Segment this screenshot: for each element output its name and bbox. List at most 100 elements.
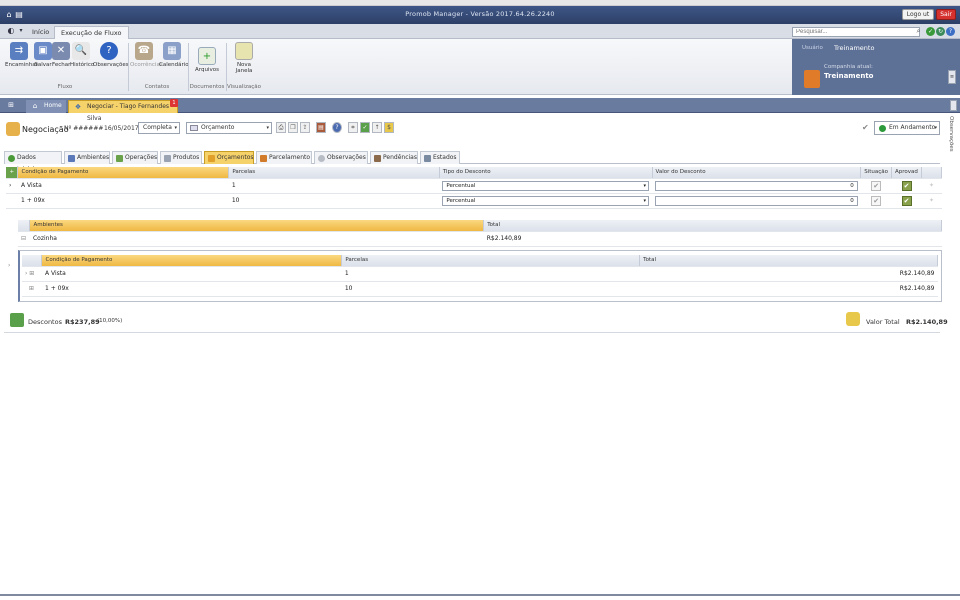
negotiation-type-select[interactable]: Completa ▾	[138, 122, 180, 134]
group-label-visualizacao: Visualização	[227, 84, 261, 90]
table-row[interactable]: › ⊞ A Vista 1 R$2.140,89	[22, 266, 938, 282]
discount-type-select[interactable]: Percentual ▾	[442, 195, 649, 206]
row-expand-icon[interactable]: ⊟	[18, 231, 30, 247]
save-label: Salvar	[34, 62, 52, 68]
status-select[interactable]: Em Andamento ▾	[874, 121, 940, 135]
coins-icon[interactable]: $	[384, 122, 394, 133]
approved-check-icon[interactable]: ✔	[901, 195, 912, 206]
row-action-icon[interactable]: ✦	[921, 178, 942, 194]
col-condition[interactable]: Condição de Pagamento	[17, 167, 230, 179]
negotiation-stage-select[interactable]: Orçamento ▾	[186, 122, 272, 134]
tab-dados-iniciais[interactable]: Dados Iniciais	[4, 151, 62, 173]
new-window-button[interactable]: Nova Janela	[230, 42, 258, 74]
col-blank	[921, 167, 942, 179]
discount-value-input[interactable]: 0	[655, 195, 858, 206]
chevron-down-icon: ▾	[174, 125, 177, 131]
history-button[interactable]: 🔍 Histórico	[70, 42, 94, 68]
table-row[interactable]: ⊟ Cozinha R$2.140,89	[18, 231, 942, 247]
exit-button[interactable]: Sair	[936, 9, 956, 20]
forward-button[interactable]: ⇉ Encaminhar	[5, 42, 38, 68]
refresh-icon[interactable]: ↻	[936, 27, 945, 36]
col-discount-value[interactable]: Valor do Desconto	[652, 167, 862, 179]
help-icon[interactable]: ?	[946, 27, 955, 36]
tab-operacoes[interactable]: Operações	[112, 151, 158, 164]
attach-icon[interactable]: ⌗	[348, 122, 358, 133]
export-icon[interactable]: ⇪	[300, 122, 310, 133]
observations-side-tab[interactable]: Observações	[944, 116, 954, 156]
situation-check-icon[interactable]: ✔	[871, 180, 882, 191]
check-icon[interactable]: ✔	[862, 123, 869, 132]
search-icon[interactable]: ⌕	[914, 27, 923, 36]
title-bar: ⌂ ▤ Promob Manager - Versão 2017.64.26.2…	[0, 6, 960, 24]
discount-type-select[interactable]: Percentual ▾	[442, 180, 649, 191]
col-total[interactable]: Total	[639, 255, 938, 267]
col-condition[interactable]: Condição de Pagamento	[41, 255, 343, 267]
negotiation-number: Nº ######	[64, 125, 104, 132]
table-row[interactable]: 1 + 09x 10 Percentual ▾ 0 ✔ ✔ ✦	[6, 193, 942, 209]
start-icon	[8, 155, 15, 162]
observations-button[interactable]: ? Observações	[93, 42, 129, 68]
ribbon-tab-execucao[interactable]: Execução de Fluxo	[54, 26, 129, 39]
col-situation[interactable]: Situação	[860, 167, 893, 179]
col-approved[interactable]: Aprovad	[891, 167, 923, 179]
user-label: Usuário	[802, 45, 823, 51]
row-expand-icon[interactable]: ⊞	[22, 281, 42, 297]
tab-estados[interactable]: Estados	[420, 151, 460, 164]
approved-check-icon[interactable]: ✔	[901, 180, 912, 191]
discount-type-value: Percentual	[446, 182, 476, 189]
save-button[interactable]: ▣ Salvar	[34, 42, 52, 68]
cell-condition: 1 + 09x	[41, 281, 342, 297]
panel-scroll-button[interactable]: ≡	[948, 70, 956, 84]
tab-pendencias[interactable]: Pendências	[370, 151, 418, 164]
row-action-icon[interactable]: ✦	[921, 193, 942, 209]
files-button[interactable]: + Arquivos	[194, 47, 220, 73]
print-icon[interactable]: ⎙	[276, 122, 286, 133]
copy-icon[interactable]: ❐	[288, 122, 298, 133]
table-row[interactable]: › A Vista 1 Percentual ▾ 0 ✔ ✔ ✦	[6, 178, 942, 194]
tab-orcamentos[interactable]: Orçamentos	[204, 151, 254, 164]
tab-observacoes[interactable]: Observações	[314, 151, 368, 164]
tab-ambientes[interactable]: Ambientes	[64, 151, 110, 164]
negotiation-title: Negociação	[22, 125, 69, 134]
table-row[interactable]: ⊞ 1 + 09x 10 R$2.140,89	[22, 281, 938, 297]
up-icon[interactable]: ↑	[372, 122, 382, 133]
occurrences-button[interactable]: ☎ Ocorrências	[130, 42, 163, 68]
observations-icon	[318, 155, 325, 162]
tab-parcelamento[interactable]: Parcelamento	[256, 151, 312, 164]
ribbon-tab-inicio[interactable]: Início	[26, 26, 55, 39]
app-orb-icon[interactable]: ◐	[6, 26, 16, 36]
col-installments[interactable]: Parcelas	[228, 167, 440, 179]
tab-produtos[interactable]: Produtos	[160, 151, 202, 164]
budget-icon	[208, 155, 215, 162]
add-row-icon[interactable]: +	[6, 167, 19, 179]
quick-access-icon[interactable]: ▾	[16, 26, 26, 36]
company-name[interactable]: Treinamento	[824, 72, 874, 80]
close-flow-button[interactable]: ✕ Fechar	[52, 42, 70, 68]
doc-tab-home[interactable]: ⌂ Home	[26, 100, 66, 113]
calendar-button[interactable]: ▦ Calendário	[159, 42, 189, 68]
col-total[interactable]: Total	[483, 220, 942, 232]
discount-value-input[interactable]: 0	[655, 180, 858, 191]
approve-icon[interactable]: ✓	[360, 122, 370, 133]
search-input[interactable]	[792, 27, 920, 37]
user-name[interactable]: Treinamento	[834, 44, 874, 52]
discount-percent: (10,00%)	[97, 318, 123, 324]
help-icon[interactable]: ?	[332, 122, 342, 133]
report-icon[interactable]: ▤	[316, 122, 326, 133]
logoff-button[interactable]: Logo ut	[902, 9, 934, 20]
situation-check-icon[interactable]: ✔	[871, 195, 882, 206]
online-icon[interactable]: ✓	[926, 27, 935, 36]
col-environments[interactable]: Ambientes	[29, 220, 485, 232]
company-logo	[804, 70, 820, 88]
doc-tab-negotiate[interactable]: ❖ Negociar - Tiago Fernandes Silva	[68, 100, 178, 122]
group-label-documentos: Documentos	[189, 84, 225, 90]
col-discount-type[interactable]: Tipo do Desconto	[439, 167, 653, 179]
row-expander-icon[interactable]: ›	[6, 178, 18, 194]
col-installments[interactable]: Parcelas	[341, 255, 641, 267]
chevron-down-icon: ▾	[643, 197, 646, 204]
row-expand-icon[interactable]: › ⊞	[22, 266, 42, 282]
row-expander-icon[interactable]: ›	[8, 262, 10, 269]
ribbon-separator	[128, 43, 129, 91]
tabs-scroll-button[interactable]	[950, 100, 957, 111]
tabs-grid-icon[interactable]: ⊞	[6, 100, 16, 110]
